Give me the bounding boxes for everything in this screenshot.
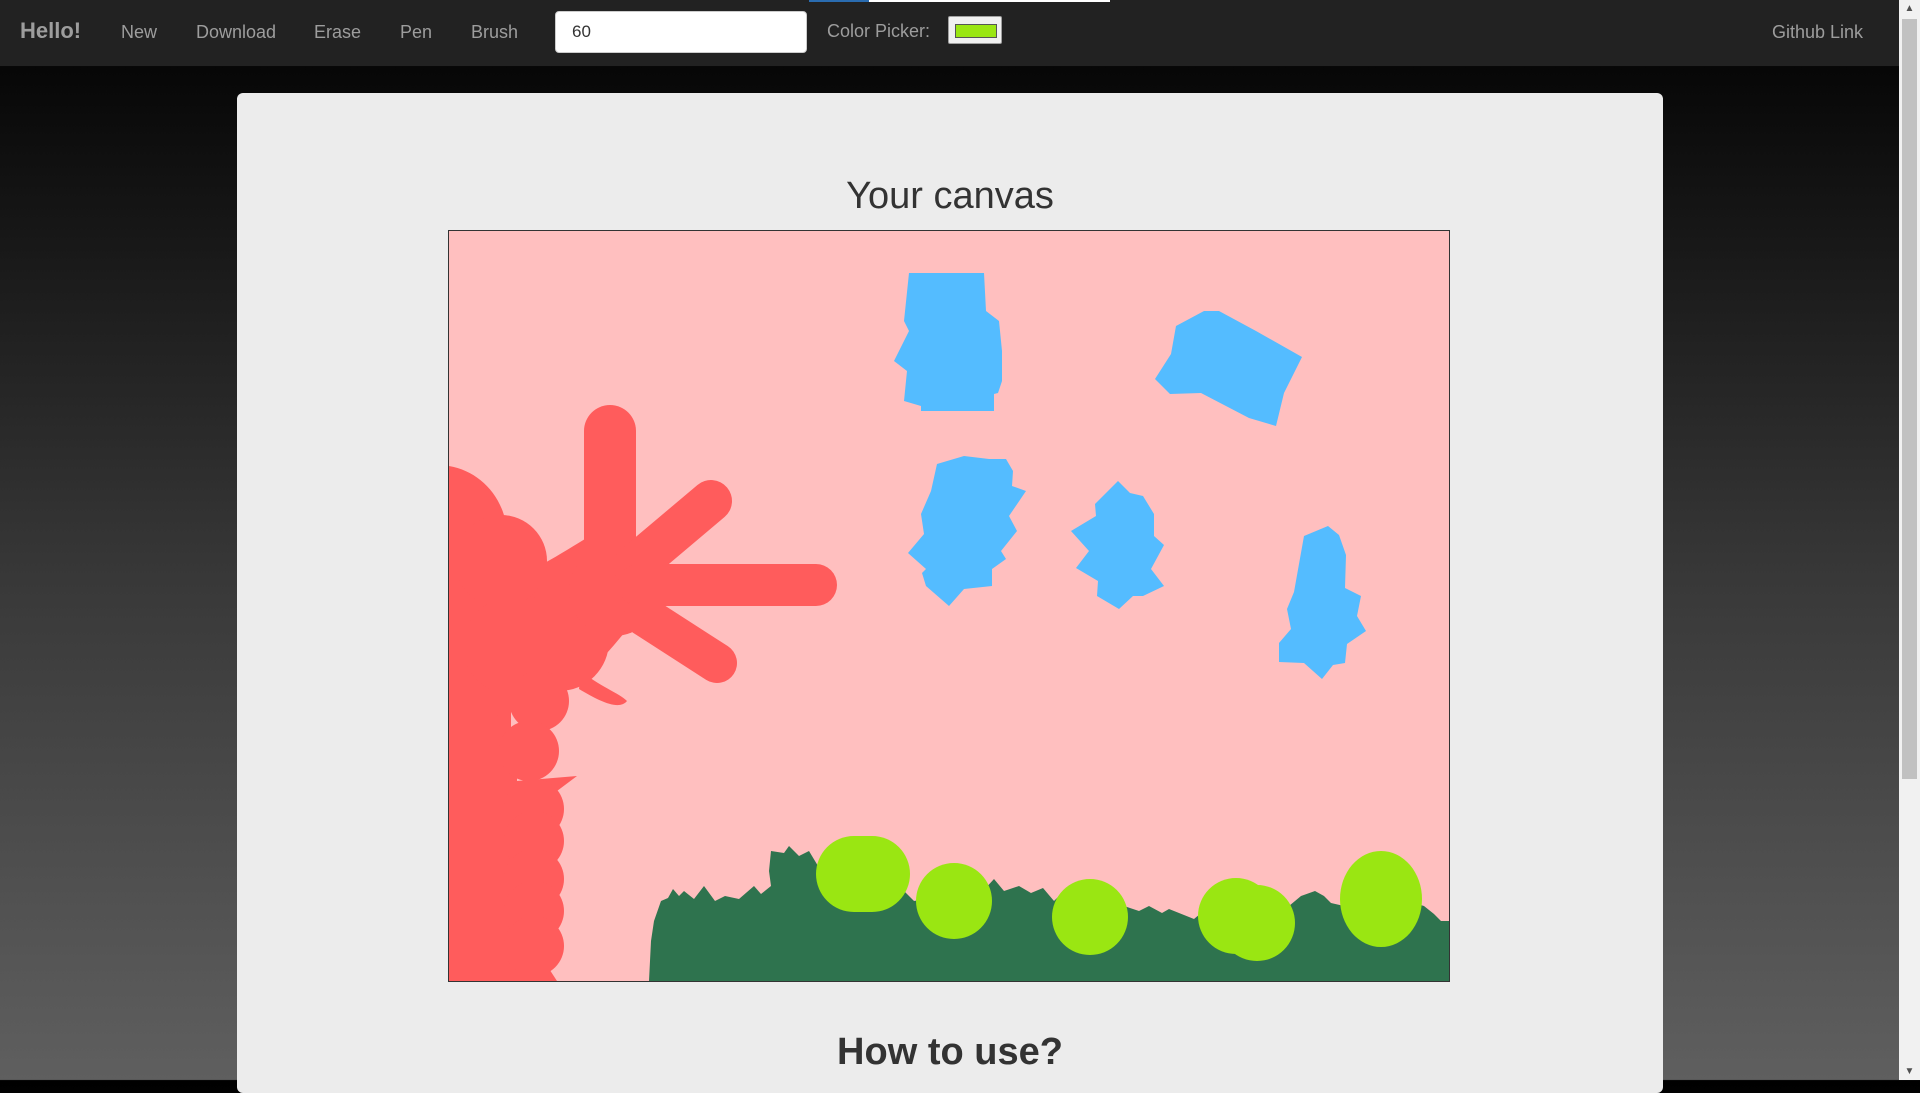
download-link[interactable]: Download bbox=[196, 22, 276, 43]
scrollbar-thumb[interactable] bbox=[1902, 19, 1917, 779]
canvas-drawing bbox=[449, 231, 1449, 981]
scroll-down-arrow-icon[interactable]: ▼ bbox=[1899, 1063, 1920, 1080]
how-to-use-heading: How to use? bbox=[837, 1031, 1063, 1073]
brand-link[interactable]: Hello! bbox=[20, 18, 81, 44]
main-panel: Your canvas How to use? bbox=[237, 93, 1663, 1093]
tab-strip-accent bbox=[809, 0, 869, 2]
github-link[interactable]: Github Link bbox=[1772, 22, 1863, 43]
selected-color-fill bbox=[955, 24, 997, 38]
brush-link[interactable]: Brush bbox=[471, 22, 518, 43]
erase-link[interactable]: Erase bbox=[314, 22, 361, 43]
color-picker-label: Color Picker: bbox=[827, 21, 931, 41]
top-navbar: Hello! New Download Erase Pen Brush Colo… bbox=[0, 0, 1899, 67]
color-picker-button[interactable] bbox=[948, 16, 1002, 44]
drawing-canvas[interactable] bbox=[448, 230, 1450, 982]
new-link[interactable]: New bbox=[121, 22, 157, 43]
page-scrollbar[interactable]: ▲ ▼ bbox=[1899, 0, 1920, 1080]
pen-link[interactable]: Pen bbox=[400, 22, 432, 43]
brush-size-input[interactable] bbox=[555, 11, 807, 53]
canvas-title: Your canvas bbox=[846, 175, 1054, 217]
tab-strip bbox=[869, 0, 1110, 2]
scroll-up-arrow-icon[interactable]: ▲ bbox=[1899, 0, 1920, 17]
